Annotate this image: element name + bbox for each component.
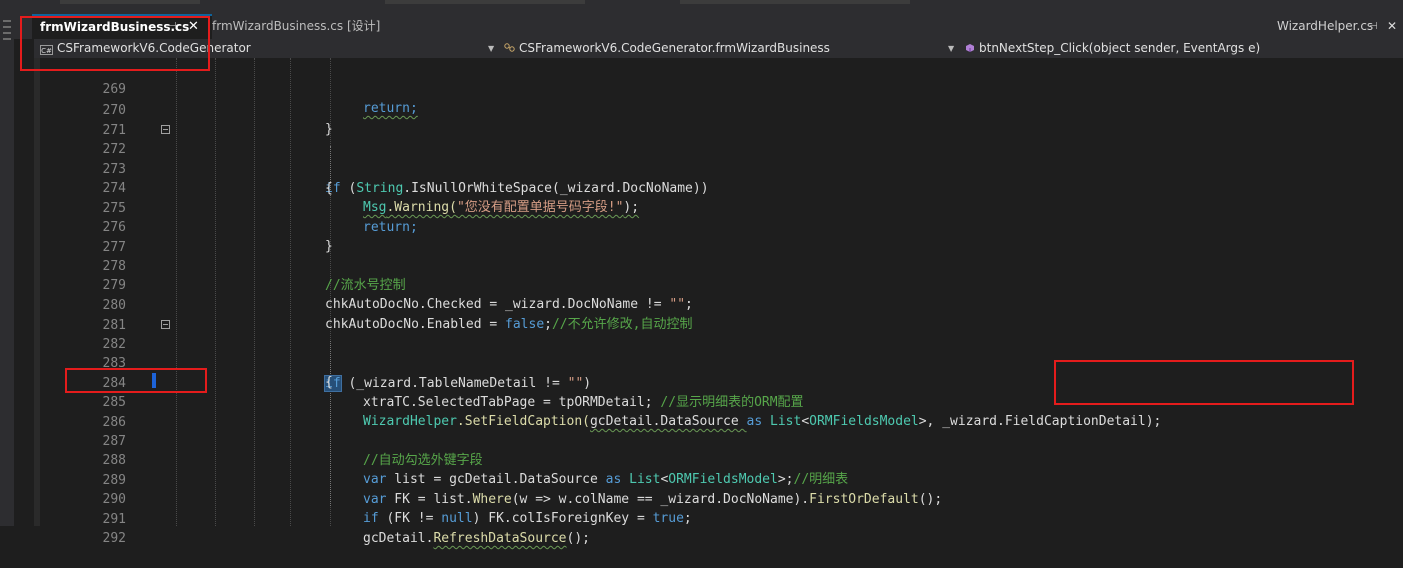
code-line[interactable]: 277 xyxy=(34,218,1403,255)
class-dropdown[interactable]: CSFrameworkV6.CodeGenerator.frmWizardBus… xyxy=(504,39,954,58)
collapse-toggle-icon[interactable] xyxy=(161,125,170,134)
line-number: 292 xyxy=(102,530,126,546)
code-line[interactable]: 279 chkAutoDocNo.Checked = _wizard.DocNo… xyxy=(34,256,1403,313)
toolbox-grip-icon xyxy=(3,38,11,40)
close-icon[interactable]: ✕ xyxy=(1387,14,1397,39)
code-line[interactable]: 290 if (FK != null) FK.colIsForeignKey =… xyxy=(34,470,1403,527)
left-toolbox-strip[interactable] xyxy=(0,14,14,526)
chevron-down-icon: ▼ xyxy=(948,44,955,53)
tab-wizardhelper-cs[interactable]: WizardHelper.cs ⊣ ✕ xyxy=(1277,14,1397,39)
class-name: CSFrameworkV6.CodeGenerator.frmWizardBus… xyxy=(519,41,830,55)
class-icon xyxy=(504,43,515,52)
navigation-bar: C# CSFrameworkV6.CodeGenerator ▼ CSFramew… xyxy=(34,39,1403,59)
code-line[interactable]: 278 //流水号控制 xyxy=(34,237,1403,294)
document-tab-bar: frmWizardBusiness.cs ⊣ ✕ frmWizardBusine… xyxy=(14,14,1403,39)
toolbox-grip-icon xyxy=(3,32,11,34)
code-line[interactable]: 272 if (String.IsNullOrWhiteSpace(_wizar… xyxy=(34,120,1403,196)
top-strip-block xyxy=(385,0,585,4)
code-line[interactable]: 276 } xyxy=(34,198,1403,255)
top-strip xyxy=(0,0,1403,14)
code-line[interactable]: 269 return; xyxy=(34,60,1403,117)
code-line[interactable]: 283 { xyxy=(34,334,1403,391)
highlight-box-field-caption xyxy=(1054,360,1354,405)
chevron-down-icon: ▼ xyxy=(488,44,495,53)
top-strip-block xyxy=(680,0,910,4)
code-line[interactable]: 280 chkAutoDocNo.Enabled = false;//不允许修改… xyxy=(34,276,1403,333)
collapse-toggle-icon[interactable] xyxy=(161,320,170,329)
toolbox-grip-icon xyxy=(3,20,11,22)
member-name: btnNextStep_Click(object sender, EventAr… xyxy=(979,41,1261,55)
toolbox-grip-icon xyxy=(3,26,11,28)
highlight-box-tab xyxy=(20,16,210,71)
pin-icon[interactable]: ⊣ xyxy=(1369,14,1378,39)
code-line[interactable]: 281 xyxy=(34,296,1403,333)
code-line[interactable]: 287 //自动勾选外键字段 xyxy=(34,412,1403,469)
code-line[interactable]: 291 gcDetail.RefreshDataSource(); xyxy=(34,490,1403,547)
code-line[interactable]: 282 if (_wizard.TableNameDetail != "") xyxy=(34,315,1403,392)
tab-frmwizardbusiness-designer[interactable]: frmWizardBusiness.cs [设计] xyxy=(212,14,380,39)
code-line[interactable]: 288 var list = gcDetail.DataSource as Li… xyxy=(34,431,1403,488)
code-editor[interactable]: 269 return; 270 } 271 272 if (String.IsN… xyxy=(34,58,1403,547)
member-dropdown[interactable]: btnNextStep_Click(object sender, EventAr… xyxy=(964,39,1364,58)
code-line[interactable]: 274 Msg.Warning("您没有配置单据号码字段!"); xyxy=(34,159,1403,216)
code-line[interactable]: 289 var FK = list.Where(w => w.colName =… xyxy=(34,451,1403,508)
tab-label: WizardHelper.cs xyxy=(1277,19,1374,33)
code-text: gcDetail.RefreshDataSource(); xyxy=(363,531,590,546)
code-line[interactable]: 270 } xyxy=(34,81,1403,138)
code-line[interactable]: 271 xyxy=(34,101,1403,138)
tab-label: frmWizardBusiness.cs [设计] xyxy=(212,19,381,33)
code-line[interactable]: 275 return; xyxy=(34,179,1403,236)
method-icon xyxy=(966,44,974,52)
code-line[interactable]: 273 { xyxy=(34,140,1403,197)
highlight-box-line-285 xyxy=(65,368,207,393)
top-strip-block xyxy=(60,0,200,4)
